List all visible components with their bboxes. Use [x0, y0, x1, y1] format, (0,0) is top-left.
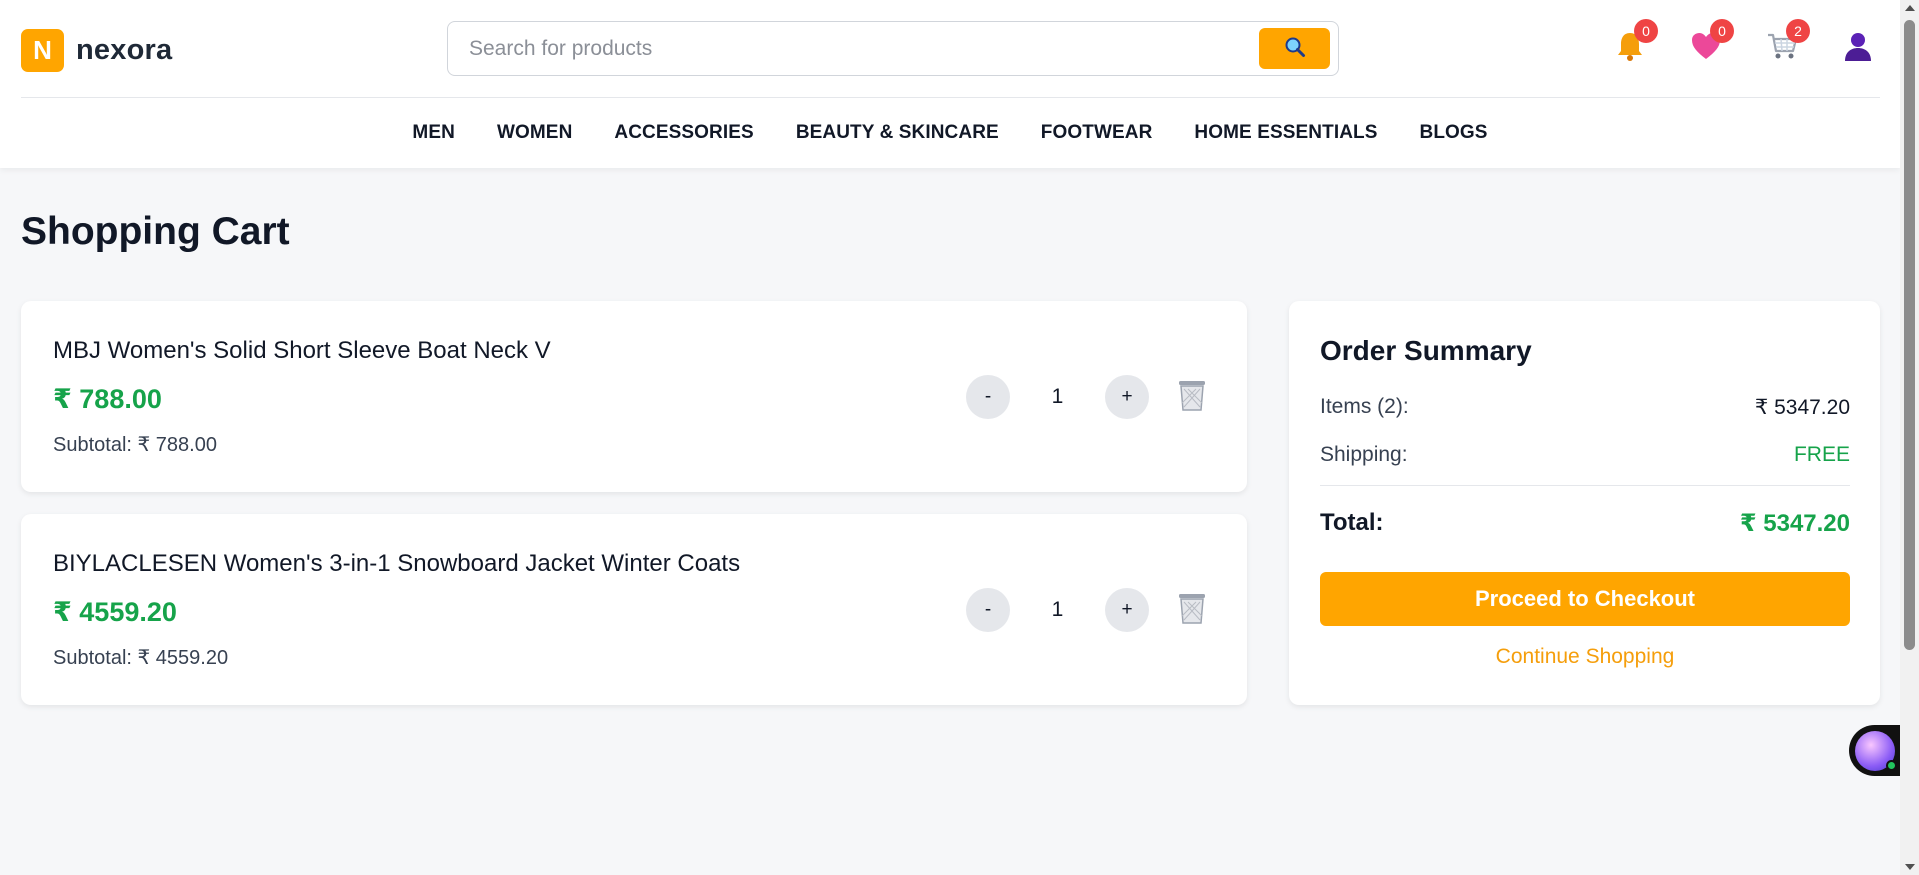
remove-item-button[interactable] — [1173, 590, 1211, 630]
item-subtotal: Subtotal: ₹ 4559.20 — [53, 647, 229, 669]
nav-item-footwear[interactable]: FOOTWEAR — [1041, 122, 1153, 144]
increase-quantity-button[interactable]: + — [1105, 375, 1149, 419]
trash-icon — [1176, 591, 1208, 630]
checkout-button[interactable]: Proceed to Checkout — [1320, 572, 1850, 626]
quantity-value: 1 — [1051, 385, 1064, 408]
page-title: Shopping Cart — [21, 210, 290, 253]
items-label: Items (2): — [1320, 395, 1409, 418]
continue-shopping-link[interactable]: Continue Shopping — [1320, 645, 1850, 669]
search-button[interactable] — [1259, 28, 1330, 69]
assistant-avatar-icon — [1855, 730, 1897, 771]
shipping-row: Shipping: FREE — [1320, 443, 1850, 467]
cart-button[interactable]: 2 — [1760, 19, 1810, 70]
item-price: ₹ 4559.20 — [53, 597, 177, 627]
quantity-stepper: - 1 + — [966, 588, 1211, 632]
item-name: MBJ Women's Solid Short Sleeve Boat Neck… — [53, 337, 551, 364]
brand-name: nexora — [76, 34, 173, 66]
header-icons: 0 0 2 — [1576, 19, 1880, 70]
nav-item-men[interactable]: MEN — [412, 122, 455, 144]
search-bar — [447, 21, 1339, 76]
user-icon — [1841, 29, 1875, 68]
total-label: Total: — [1320, 509, 1384, 536]
nav-item-women[interactable]: WOMEN — [497, 122, 572, 144]
quantity-value: 1 — [1051, 598, 1064, 621]
total-value: ₹ 5347.20 — [1739, 510, 1850, 537]
page-scrollbar[interactable] — [1900, 0, 1919, 875]
logo-mark: N — [21, 29, 64, 72]
search-input[interactable] — [449, 23, 1249, 74]
page: N nexora Search for products 0 0 2 MEN W… — [0, 0, 1919, 875]
order-summary: Order Summary Items (2): ₹ 5347.20 Shipp… — [1289, 301, 1880, 705]
notifications-count-badge: 0 — [1634, 19, 1658, 43]
wishlist-count-badge: 0 — [1710, 19, 1734, 43]
logo[interactable]: N nexora — [21, 29, 172, 72]
shipping-value: FREE — [1793, 443, 1850, 466]
items-value: ₹ 5347.20 — [1754, 396, 1850, 419]
scroll-up-icon[interactable] — [1905, 5, 1915, 11]
summary-title: Order Summary — [1320, 335, 1532, 366]
decrease-quantity-button[interactable]: - — [966, 375, 1010, 419]
cart-count-badge: 2 — [1786, 19, 1810, 43]
nav-item-blogs[interactable]: BLOGS — [1420, 122, 1488, 144]
item-price: ₹ 788.00 — [53, 384, 162, 414]
search-icon — [1284, 36, 1306, 61]
increase-quantity-button[interactable]: + — [1105, 588, 1149, 632]
item-subtotal: Subtotal: ₹ 788.00 — [53, 434, 217, 456]
main-nav: MEN WOMEN ACCESSORIES BEAUTY & SKINCARE … — [0, 98, 1900, 168]
site-header: N nexora Search for products 0 0 2 MEN W… — [0, 0, 1900, 168]
remove-item-button[interactable] — [1173, 377, 1211, 417]
scroll-down-icon[interactable] — [1905, 864, 1915, 870]
scroll-thumb[interactable] — [1904, 20, 1915, 650]
nav-item-accessories[interactable]: ACCESSORIES — [614, 122, 753, 144]
summary-divider — [1320, 485, 1850, 486]
item-name: BIYLACLESEN Women's 3-in-1 Snowboard Jac… — [53, 550, 741, 577]
items-row: Items (2): ₹ 5347.20 — [1320, 395, 1850, 420]
wishlist-button[interactable]: 0 — [1684, 19, 1734, 70]
chat-assistant-button[interactable] — [1849, 725, 1900, 776]
top-bar: N nexora Search for products 0 0 2 — [21, 0, 1880, 98]
shipping-label: Shipping: — [1320, 443, 1408, 466]
cart-item: MBJ Women's Solid Short Sleeve Boat Neck… — [21, 301, 1247, 492]
trash-icon — [1176, 378, 1208, 417]
notifications-button[interactable]: 0 — [1608, 19, 1658, 70]
total-row: Total: ₹ 5347.20 — [1320, 509, 1850, 538]
nav-item-home-essentials[interactable]: HOME ESSENTIALS — [1194, 122, 1377, 144]
profile-button[interactable] — [1836, 26, 1880, 70]
nav-item-beauty-skincare[interactable]: BEAUTY & SKINCARE — [796, 122, 999, 144]
quantity-stepper: - 1 + — [966, 375, 1211, 419]
online-status-dot — [1886, 759, 1897, 771]
decrease-quantity-button[interactable]: - — [966, 588, 1010, 632]
cart-item: BIYLACLESEN Women's 3-in-1 Snowboard Jac… — [21, 514, 1247, 705]
